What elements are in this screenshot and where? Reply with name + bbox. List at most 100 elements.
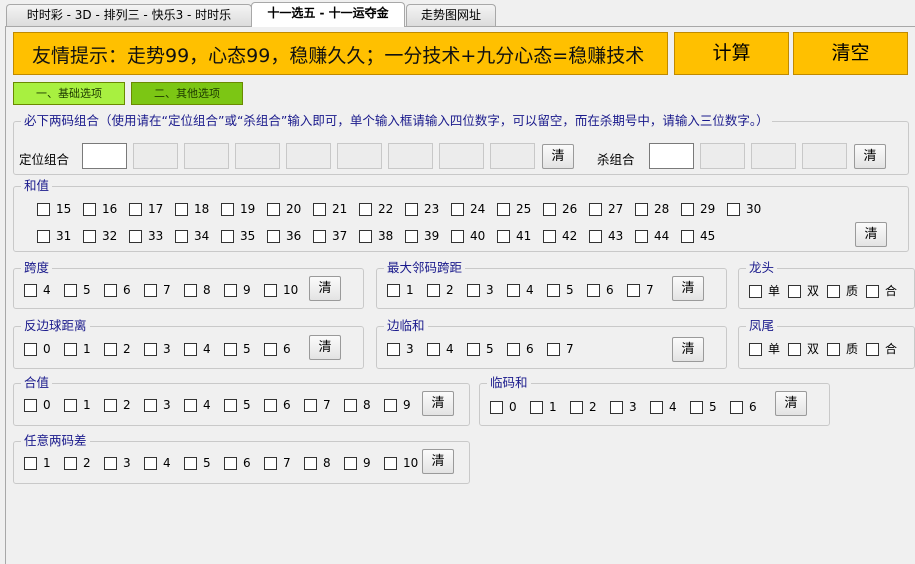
any-diff-checkbox[interactable] — [184, 457, 197, 470]
combined-checkbox[interactable] — [224, 399, 237, 412]
kill-combo-clear-button[interactable]: 清 — [854, 144, 886, 169]
position-combo-input-6[interactable] — [337, 143, 382, 169]
max-adj-span-checkbox[interactable] — [587, 284, 600, 297]
max-adj-span-checkbox[interactable] — [427, 284, 440, 297]
sum-checkbox[interactable] — [451, 203, 464, 216]
edge-dist-checkbox[interactable] — [224, 343, 237, 356]
dragon-head-checkbox[interactable] — [866, 285, 879, 298]
span-checkbox[interactable] — [64, 284, 77, 297]
combined-checkbox[interactable] — [344, 399, 357, 412]
any-diff-checkbox[interactable] — [104, 457, 117, 470]
position-combo-input-3[interactable] — [184, 143, 229, 169]
sum-checkbox[interactable] — [175, 203, 188, 216]
dragon-head-checkbox[interactable] — [788, 285, 801, 298]
adj-sum-checkbox[interactable] — [650, 401, 663, 414]
phoenix-tail-checkbox[interactable] — [866, 343, 879, 356]
sum-checkbox[interactable] — [267, 230, 280, 243]
adj-sum-checkbox[interactable] — [610, 401, 623, 414]
sum-checkbox[interactable] — [681, 203, 694, 216]
combined-checkbox[interactable] — [144, 399, 157, 412]
kill-combo-input-4[interactable] — [802, 143, 847, 169]
kill-combo-input-3[interactable] — [751, 143, 796, 169]
position-combo-input-2[interactable] — [133, 143, 178, 169]
any-diff-checkbox[interactable] — [264, 457, 277, 470]
combined-checkbox[interactable] — [184, 399, 197, 412]
edge-adj-sum-checkbox[interactable] — [467, 343, 480, 356]
edge-dist-checkbox[interactable] — [24, 343, 37, 356]
sum-checkbox[interactable] — [681, 230, 694, 243]
edge-dist-checkbox[interactable] — [264, 343, 277, 356]
sum-checkbox[interactable] — [543, 230, 556, 243]
span-checkbox[interactable] — [264, 284, 277, 297]
adj-sum-checkbox[interactable] — [490, 401, 503, 414]
sum-checkbox[interactable] — [405, 230, 418, 243]
sum-checkbox[interactable] — [83, 230, 96, 243]
edge-distance-clear-button[interactable]: 清 — [309, 335, 341, 360]
edge-adj-sum-checkbox[interactable] — [427, 343, 440, 356]
any-diff-checkbox[interactable] — [224, 457, 237, 470]
sum-checkbox[interactable] — [129, 230, 142, 243]
sum-checkbox[interactable] — [635, 230, 648, 243]
kill-combo-input-1[interactable] — [649, 143, 694, 169]
sum-checkbox[interactable] — [175, 230, 188, 243]
any-two-diff-clear-button[interactable]: 清 — [422, 449, 454, 474]
sum-checkbox[interactable] — [221, 230, 234, 243]
max-adj-span-checkbox[interactable] — [507, 284, 520, 297]
span-checkbox[interactable] — [224, 284, 237, 297]
max-adjacent-span-clear-button[interactable]: 清 — [672, 276, 704, 301]
sum-checkbox[interactable] — [359, 203, 372, 216]
dragon-head-checkbox[interactable] — [749, 285, 762, 298]
adj-sum-checkbox[interactable] — [530, 401, 543, 414]
sum-checkbox[interactable] — [727, 203, 740, 216]
position-combo-input-4[interactable] — [235, 143, 280, 169]
position-combo-input-8[interactable] — [439, 143, 484, 169]
sum-checkbox[interactable] — [313, 203, 326, 216]
sum-checkbox[interactable] — [221, 203, 234, 216]
max-adj-span-checkbox[interactable] — [627, 284, 640, 297]
position-combo-input-1[interactable] — [82, 143, 127, 169]
combined-checkbox[interactable] — [24, 399, 37, 412]
sum-checkbox[interactable] — [129, 203, 142, 216]
any-diff-checkbox[interactable] — [384, 457, 397, 470]
clear-all-button[interactable]: 清空 — [793, 32, 908, 75]
position-combo-input-5[interactable] — [286, 143, 331, 169]
sum-checkbox[interactable] — [451, 230, 464, 243]
adj-sum-checkbox[interactable] — [570, 401, 583, 414]
any-diff-checkbox[interactable] — [64, 457, 77, 470]
edge-dist-checkbox[interactable] — [64, 343, 77, 356]
any-diff-checkbox[interactable] — [24, 457, 37, 470]
any-diff-checkbox[interactable] — [304, 457, 317, 470]
adj-sum-checkbox[interactable] — [730, 401, 743, 414]
sum-checkbox[interactable] — [497, 203, 510, 216]
other-options-button[interactable]: 二、其他选项 — [131, 82, 243, 105]
sum-checkbox[interactable] — [37, 230, 50, 243]
adjacent-sum-clear-button[interactable]: 清 — [775, 391, 807, 416]
sum-checkbox[interactable] — [83, 203, 96, 216]
tab-trend-urls[interactable]: 走势图网址 — [406, 4, 496, 26]
max-adj-span-checkbox[interactable] — [387, 284, 400, 297]
sum-checkbox[interactable] — [267, 203, 280, 216]
edge-dist-checkbox[interactable] — [184, 343, 197, 356]
combined-checkbox[interactable] — [64, 399, 77, 412]
kill-combo-input-2[interactable] — [700, 143, 745, 169]
combined-checkbox[interactable] — [264, 399, 277, 412]
span-checkbox[interactable] — [24, 284, 37, 297]
sum-checkbox[interactable] — [589, 203, 602, 216]
sum-checkbox[interactable] — [313, 230, 326, 243]
edge-adj-sum-checkbox[interactable] — [507, 343, 520, 356]
basic-options-button[interactable]: 一、基础选项 — [13, 82, 125, 105]
span-checkbox[interactable] — [184, 284, 197, 297]
edge-adjacent-sum-clear-button[interactable]: 清 — [672, 337, 704, 362]
dragon-head-checkbox[interactable] — [827, 285, 840, 298]
combined-checkbox[interactable] — [384, 399, 397, 412]
adj-sum-checkbox[interactable] — [690, 401, 703, 414]
any-diff-checkbox[interactable] — [144, 457, 157, 470]
span-checkbox[interactable] — [144, 284, 157, 297]
edge-dist-checkbox[interactable] — [144, 343, 157, 356]
position-combo-clear-button[interactable]: 清 — [542, 144, 574, 169]
position-combo-input-9[interactable] — [490, 143, 535, 169]
edge-adj-sum-checkbox[interactable] — [547, 343, 560, 356]
any-diff-checkbox[interactable] — [344, 457, 357, 470]
span-checkbox[interactable] — [104, 284, 117, 297]
max-adj-span-checkbox[interactable] — [467, 284, 480, 297]
